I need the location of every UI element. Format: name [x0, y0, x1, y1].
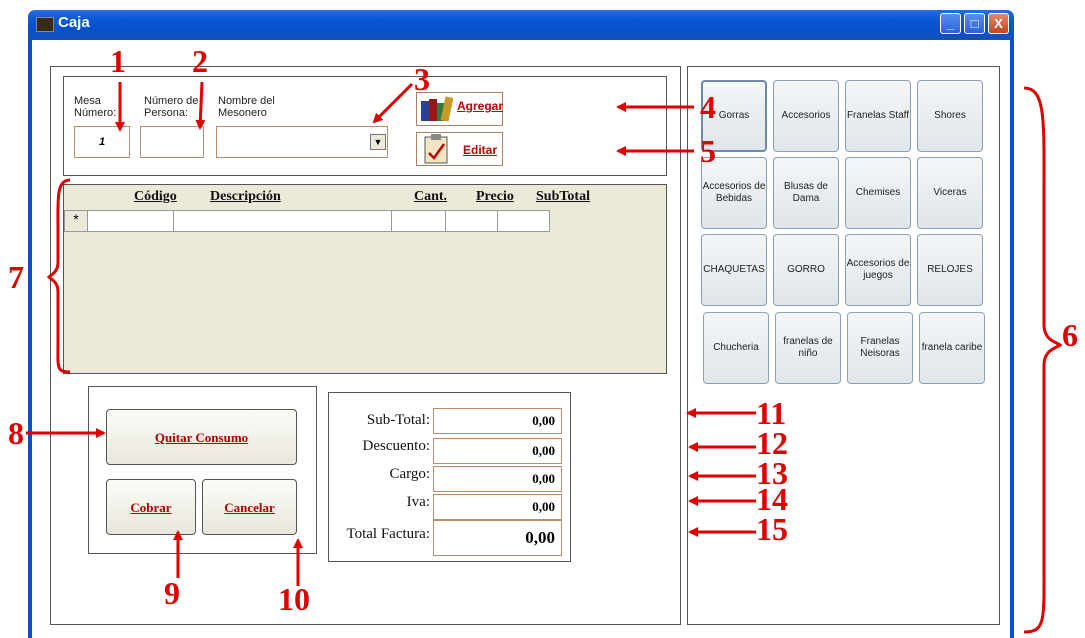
annotation-label: 12 — [756, 425, 788, 461]
annotation-label: 7 — [8, 259, 24, 295]
annotation-label: 10 — [278, 581, 310, 617]
annotation-label: 3 — [414, 61, 430, 97]
annotation-overlay — [26, 81, 1063, 634]
annotation-label: 6 — [1062, 317, 1078, 353]
annotation-label: 9 — [164, 575, 180, 611]
annotation-label: 11 — [756, 395, 787, 431]
annotation-label: 2 — [192, 43, 208, 79]
annotation-label: 1 — [110, 43, 126, 79]
annotation-label: 14 — [756, 481, 788, 517]
annotation-label: 5 — [700, 133, 716, 169]
annotation-label: 4 — [700, 89, 716, 125]
annotation-label: 8 — [8, 415, 24, 451]
annotation-label: 15 — [756, 511, 788, 547]
